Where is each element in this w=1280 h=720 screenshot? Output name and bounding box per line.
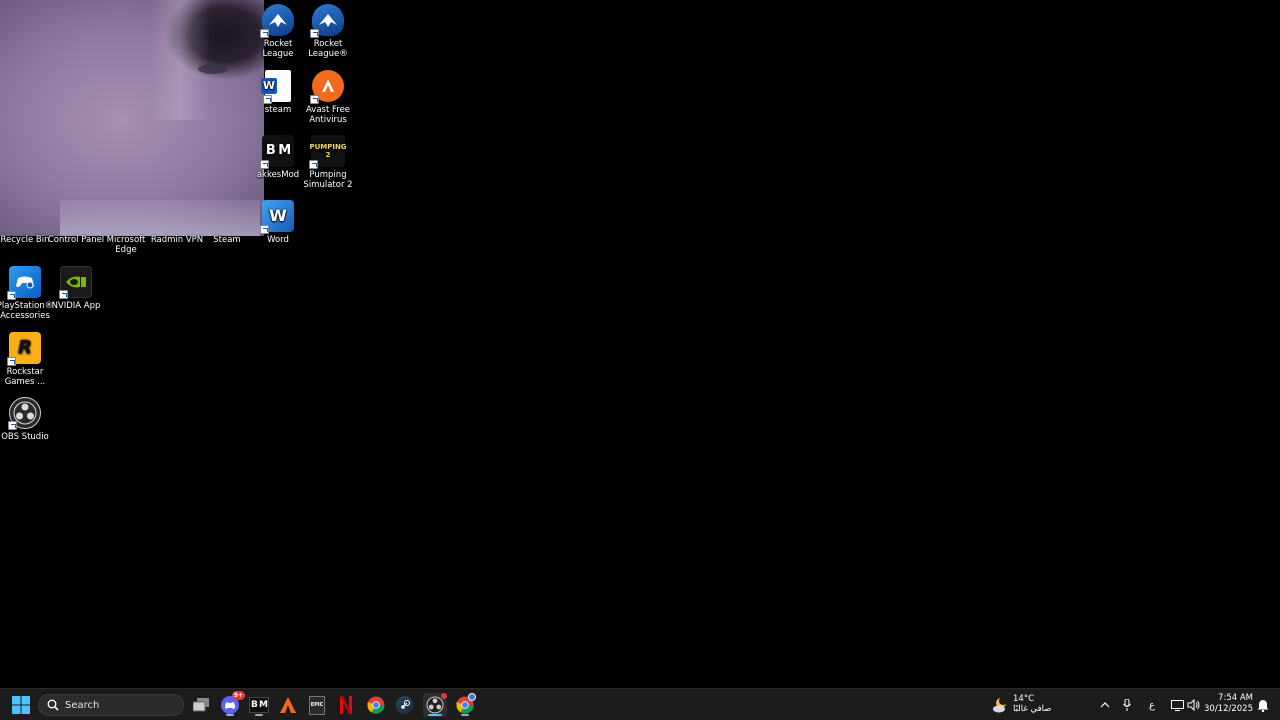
- shortcut-arrow-icon: [8, 421, 17, 430]
- task-view-button[interactable]: [189, 693, 213, 717]
- desktop-icon-word[interactable]: W Word: [242, 200, 314, 245]
- search-placeholder: Search: [65, 699, 100, 711]
- steam-icon: [396, 696, 414, 714]
- obs-taskbar-icon: [426, 696, 444, 714]
- pumping-glyph: PUMPING 2: [309, 143, 347, 159]
- notification-center-button[interactable]: [1254, 693, 1272, 717]
- chevron-up-icon: [1100, 702, 1110, 708]
- desktop-icon-nvidia-app[interactable]: NVIDIA App: [40, 266, 112, 311]
- notification-badge: 9+: [231, 691, 245, 700]
- webcam-face-detail: [198, 64, 228, 74]
- pumping-simulator-icon: PUMPING 2: [309, 135, 347, 169]
- chrome-icon: [367, 696, 385, 714]
- word-doc-icon: W: [261, 70, 291, 104]
- desktop-icon-rockstar-games[interactable]: R Rockstar Games ...: [0, 332, 61, 387]
- windows-logo-icon: [12, 696, 30, 714]
- bakkesmod-glyph: B M: [265, 143, 291, 158]
- microphone-button[interactable]: [1118, 693, 1136, 717]
- desktop-icon-label: Avast Free Antivirus: [305, 105, 351, 125]
- desktop-icon-label: Pumping Simulator 2: [303, 170, 353, 190]
- show-hidden-icons-button[interactable]: [1096, 693, 1114, 717]
- shortcut-arrow-icon: [263, 95, 272, 104]
- desktop[interactable]: Recycle Bin Control Panel Microsoft Edge…: [0, 0, 1280, 688]
- word-icon: W: [260, 200, 294, 234]
- bakkesmod-icon: B M: [260, 135, 294, 169]
- avast-icon: [310, 70, 344, 104]
- desktop-icon-label: Rockstar Games ...: [4, 367, 46, 387]
- shortcut-arrow-icon: [260, 225, 269, 234]
- network-button[interactable]: [1168, 693, 1186, 717]
- taskbar-bakkesmod[interactable]: B M: [247, 693, 271, 717]
- netflix-icon: [340, 696, 352, 714]
- shortcut-arrow-icon: [7, 357, 16, 366]
- shortcut-arrow-icon: [59, 290, 68, 299]
- active-indicator: [428, 714, 442, 716]
- shortcut-arrow-icon: [309, 160, 318, 169]
- bell-notification-icon: [1257, 699, 1269, 712]
- task-view-icon: [193, 698, 209, 712]
- taskbar-chrome-profile[interactable]: [453, 693, 477, 717]
- desktop-icon-label: Rocket League®: [308, 39, 348, 59]
- taskbar-obs-studio[interactable]: [423, 693, 447, 717]
- rockstar-glyph: R: [18, 337, 32, 358]
- taskbar-chrome[interactable]: [364, 693, 388, 717]
- profile-avatar-icon: [468, 693, 476, 701]
- desktop-icon-label: OBS Studio: [1, 432, 49, 442]
- nvidia-app-icon: [59, 266, 92, 299]
- rockstar-games-icon: R: [7, 332, 41, 366]
- taskbar-discord[interactable]: 9+: [218, 691, 245, 717]
- shortcut-arrow-icon: [260, 160, 269, 169]
- desktop-icon-label: Word: [267, 235, 289, 245]
- taskbar-steam[interactable]: [393, 693, 417, 717]
- rocket-league-icon: [260, 4, 294, 38]
- shortcut-arrow-icon: [260, 29, 269, 38]
- start-button[interactable]: [9, 693, 33, 717]
- weather-temperature: 14°C: [1013, 694, 1035, 704]
- clock-time: 7:54 AM: [1218, 693, 1253, 703]
- desktop-icon-pumping-simulator[interactable]: PUMPING 2 Pumping Simulator 2: [292, 135, 364, 190]
- running-indicator: [226, 714, 234, 716]
- word-glyph: W: [269, 206, 287, 225]
- desktop-icon-label: NVIDIA App: [51, 301, 101, 311]
- avast-taskbar-icon: [280, 697, 296, 713]
- clock-button[interactable]: 7:54 AM 30/12/2025: [1203, 693, 1253, 715]
- weather-widget[interactable]: [990, 693, 1010, 717]
- playstation-accessories-icon: [7, 266, 41, 300]
- input-language-button[interactable]: ع: [1143, 693, 1161, 717]
- taskbar-avast[interactable]: [276, 693, 300, 717]
- shortcut-arrow-icon: [310, 29, 319, 38]
- taskbar: Search 9+ B M EPIC 14°C صافي غالبًا ع 7:…: [0, 688, 1280, 720]
- webcam-highlight: [60, 200, 260, 236]
- desktop-icon-rocket-league-registered[interactable]: Rocket League®: [292, 4, 364, 59]
- obs-studio-icon: [8, 397, 41, 430]
- speaker-icon: [1187, 699, 1200, 711]
- shortcut-arrow-icon: [310, 95, 319, 104]
- search-icon: [47, 699, 59, 711]
- clock-date: 30/12/2025: [1204, 704, 1253, 714]
- running-indicator: [255, 714, 263, 716]
- taskbar-netflix[interactable]: [334, 693, 358, 717]
- ethernet-icon: [1170, 699, 1184, 711]
- shortcut-arrow-icon: [7, 291, 16, 300]
- recording-dot-icon: [441, 693, 447, 699]
- weather-description: صافي غالبًا: [1013, 704, 1052, 714]
- language-indicator: ع: [1149, 699, 1155, 711]
- epic-games-icon: EPIC: [309, 695, 325, 715]
- volume-button[interactable]: [1185, 693, 1203, 717]
- desktop-icon-avast[interactable]: Avast Free Antivirus: [292, 70, 364, 125]
- webcam-overlay: [0, 0, 264, 236]
- weather-partly-cloudy-night-icon: [993, 697, 1007, 713]
- taskbar-search-box[interactable]: Search: [38, 694, 184, 716]
- webcam-highlight: [150, 0, 210, 120]
- taskbar-epic-games[interactable]: EPIC: [305, 693, 329, 717]
- bakkesmod-taskbar-icon: B M: [249, 697, 269, 713]
- rocket-league-icon: [310, 4, 344, 38]
- word-badge: W: [261, 78, 277, 94]
- desktop-icon-obs-studio[interactable]: OBS Studio: [0, 397, 61, 442]
- running-indicator: [461, 714, 469, 716]
- microphone-icon: [1123, 699, 1131, 711]
